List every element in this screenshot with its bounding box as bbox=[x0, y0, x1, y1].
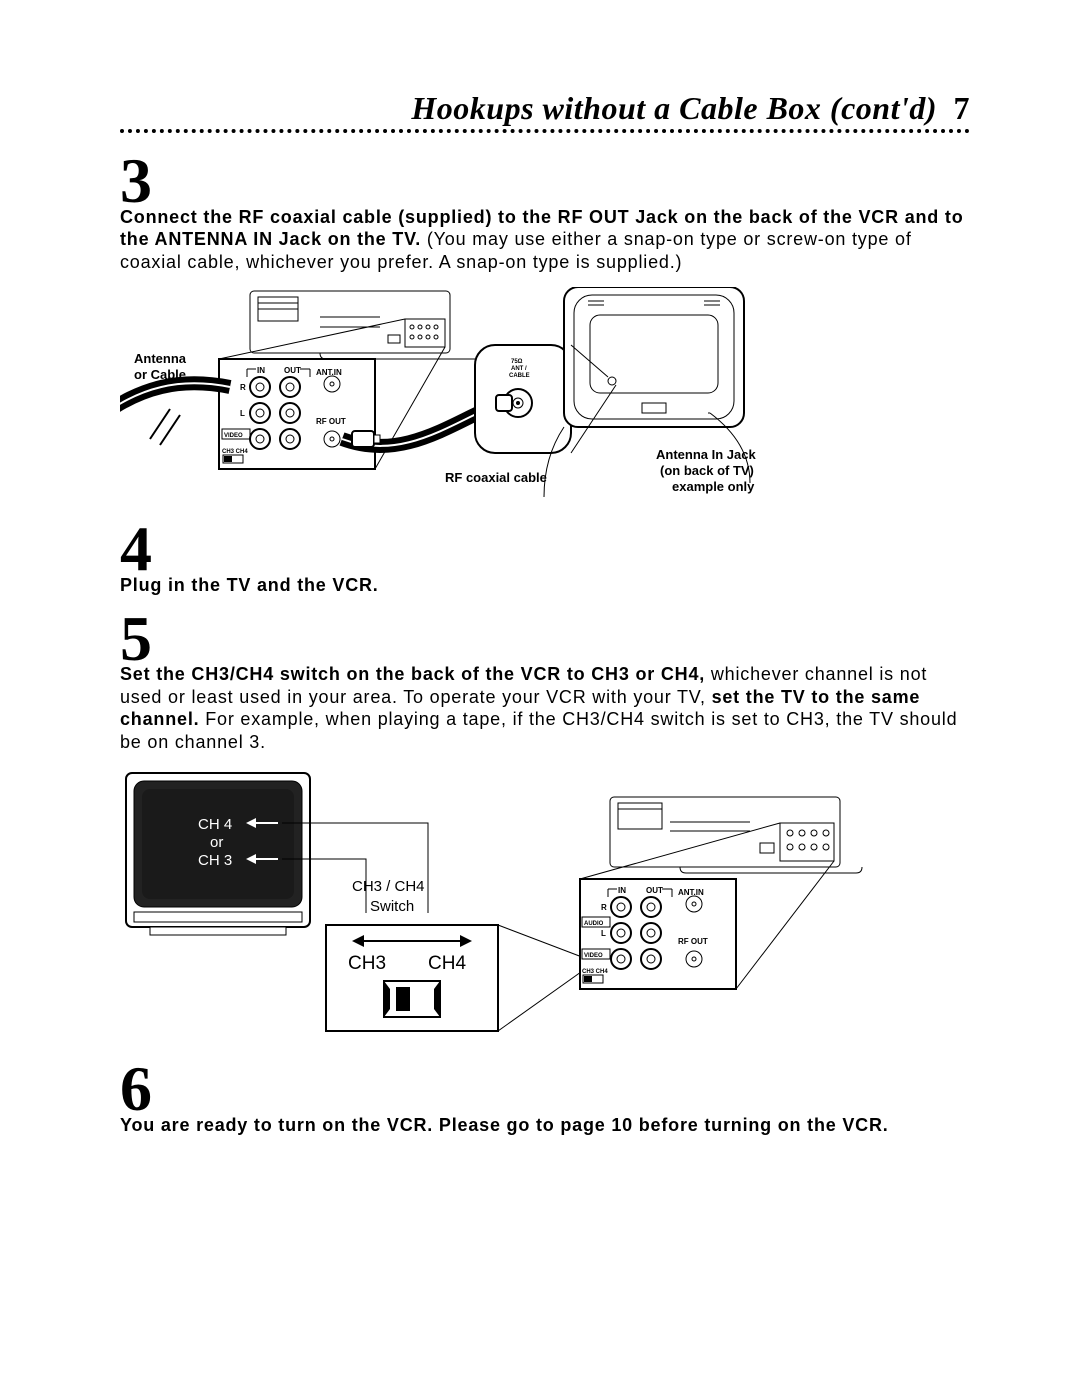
step-5-body-2: For example, when playing a tape, if the… bbox=[120, 709, 957, 752]
svg-text:CH3 / CH4: CH3 / CH4 bbox=[352, 878, 425, 895]
rf-coaxial-cable-label: RF coaxial cable bbox=[445, 470, 547, 486]
tv-jack-label-1: Antenna In Jack bbox=[656, 447, 756, 463]
svg-text:CH 3: CH 3 bbox=[198, 852, 232, 869]
step-4-text: Plug in the TV and the VCR. bbox=[120, 574, 970, 597]
svg-text:R: R bbox=[601, 903, 607, 912]
svg-text:CABLE: CABLE bbox=[509, 373, 530, 379]
page-number: 7 bbox=[954, 90, 971, 126]
tv-jack-label-2: (on back of TV) bbox=[660, 463, 754, 479]
step-5-number: 5 bbox=[120, 617, 970, 662]
svg-text:R: R bbox=[240, 383, 246, 392]
svg-text:ANT /: ANT / bbox=[511, 366, 527, 372]
svg-text:CH4: CH4 bbox=[428, 953, 466, 974]
step-5-text: Set the CH3/CH4 switch on the back of th… bbox=[120, 663, 970, 753]
diagram-2-svg: CH 4 or CH 3 CH3 / CH4 Switch CH3 CH bbox=[120, 767, 880, 1047]
page-header: Hookups without a Cable Box (cont'd) 7 bbox=[120, 90, 970, 127]
svg-text:L: L bbox=[601, 929, 606, 938]
svg-text:CH3 CH4: CH3 CH4 bbox=[222, 449, 248, 455]
header-rule bbox=[120, 129, 970, 139]
vcr-back-panel-2-icon: IN OUT ANT.IN R L AUDIO VIDEO bbox=[580, 879, 736, 989]
diagram-2: CH 4 or CH 3 CH3 / CH4 Switch CH3 CH bbox=[120, 767, 970, 1047]
step-3-number: 3 bbox=[120, 159, 970, 204]
svg-text:RF OUT: RF OUT bbox=[316, 417, 346, 426]
vcr-unit-icon bbox=[250, 291, 482, 359]
ch3-ch4-switch-icon: CH3 CH4 bbox=[326, 925, 498, 1031]
step-3-text: Connect the RF coaxial cable (supplied) … bbox=[120, 206, 970, 274]
svg-text:AUDIO: AUDIO bbox=[584, 921, 604, 927]
svg-text:Switch: Switch bbox=[370, 898, 414, 915]
step-5-bold-1: Set the CH3/CH4 switch on the back of th… bbox=[120, 664, 705, 684]
svg-text:ANT.IN: ANT.IN bbox=[678, 888, 704, 897]
svg-text:OUT: OUT bbox=[284, 366, 301, 375]
svg-text:RF OUT: RF OUT bbox=[678, 937, 708, 946]
page-title: Hookups without a Cable Box (cont'd) bbox=[411, 90, 937, 126]
svg-text:IN: IN bbox=[257, 366, 265, 375]
step-4-bold: Plug in the TV and the VCR. bbox=[120, 575, 379, 595]
tv-jack-label-3: example only bbox=[672, 479, 754, 495]
diagram-1: Antenna or Cable RF coaxial cable Antenn… bbox=[120, 287, 970, 507]
step-6-bold: You are ready to turn on the VCR. Please… bbox=[120, 1115, 889, 1135]
tv-antenna-plate-icon: 75Ω ANT / CABLE bbox=[475, 345, 571, 453]
svg-text:L: L bbox=[240, 409, 245, 418]
svg-text:VIDEO: VIDEO bbox=[224, 433, 243, 439]
svg-text:VIDEO: VIDEO bbox=[584, 953, 603, 959]
step-4-number: 4 bbox=[120, 527, 970, 572]
svg-text:CH 4: CH 4 bbox=[198, 816, 232, 833]
svg-text:CH3: CH3 bbox=[348, 953, 386, 974]
svg-text:or: or bbox=[210, 834, 223, 851]
svg-text:OUT: OUT bbox=[646, 886, 663, 895]
antenna-cable-icon bbox=[120, 384, 230, 446]
manual-page: Hookups without a Cable Box (cont'd) 7 3… bbox=[0, 0, 1080, 1397]
step-6-text: You are ready to turn on the VCR. Please… bbox=[120, 1114, 970, 1137]
svg-text:ANT.IN: ANT.IN bbox=[316, 368, 342, 377]
antenna-cable-label: Antenna or Cable bbox=[134, 351, 186, 382]
svg-text:75Ω: 75Ω bbox=[511, 359, 523, 365]
svg-text:CH3 CH4: CH3 CH4 bbox=[582, 969, 608, 975]
svg-text:IN: IN bbox=[618, 886, 626, 895]
vcr-back-panel-icon: IN OUT ANT.IN R L VIDEO bbox=[219, 359, 375, 469]
step-6-number: 6 bbox=[120, 1067, 970, 1112]
